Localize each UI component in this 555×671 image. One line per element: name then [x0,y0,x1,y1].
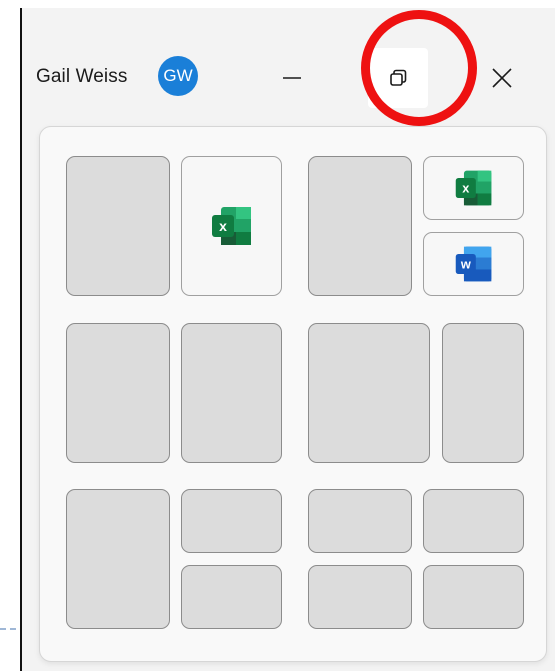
snap-zone-layout3-left[interactable] [66,323,170,463]
app-window: Gail Weiss GW x x w [20,8,555,671]
snap-zone-layout6-bottom-right[interactable] [423,565,524,629]
avatar-initials: GW [163,66,193,85]
snap-layouts-flyout: x x w [39,126,547,662]
snap-zone-layout2-left[interactable] [308,156,412,296]
excel-icon: x [211,207,251,245]
word-icon-letter: w [459,257,470,272]
snap-zone-layout2-top-right[interactable]: x [423,156,524,220]
snap-zone-layout4-right[interactable] [442,323,524,463]
snap-zone-layout3-right[interactable] [181,323,282,463]
word-icon: w [455,246,491,282]
avatar[interactable]: GW [158,56,198,96]
close-button[interactable] [472,48,532,108]
snap-zone-layout2-bottom-right[interactable]: w [423,232,524,296]
restore-button[interactable] [368,48,428,108]
minimize-button[interactable] [262,48,322,108]
snap-zone-layout6-top-right[interactable] [423,489,524,553]
title-bar: Gail Weiss GW [22,8,555,128]
account-name[interactable]: Gail Weiss [36,66,127,88]
snap-zone-layout5-bottom-right[interactable] [181,565,282,629]
snap-zone-layout4-left[interactable] [308,323,430,463]
snap-zone-layout6-bottom-left[interactable] [308,565,412,629]
snap-zone-layout1-left[interactable] [66,156,170,296]
snap-zone-layout5-top-right[interactable] [181,489,282,553]
snap-zone-layout6-top-left[interactable] [308,489,412,553]
minimize-icon [283,77,301,79]
excel-icon-letter: x [462,181,469,196]
close-icon [492,68,512,88]
excel-icon: x [455,170,491,206]
snap-zone-layout5-left[interactable] [66,489,170,629]
excel-icon-letter: x [219,218,227,234]
snap-zone-layout1-right[interactable]: x [181,156,282,296]
restore-icon [390,69,407,86]
screen: D Gail Weiss GW [0,0,555,671]
